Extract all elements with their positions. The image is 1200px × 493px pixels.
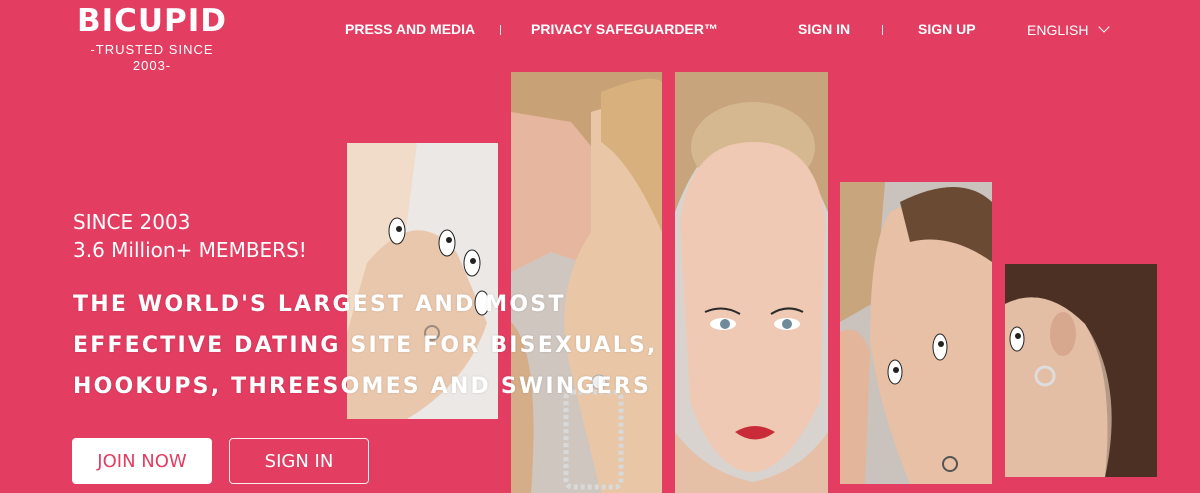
nav-sign-up[interactable]: SIGN UP xyxy=(918,21,976,37)
nav-divider xyxy=(882,25,883,35)
nav-privacy-safeguarder[interactable]: PRIVACY SAFEGUARDER™ xyxy=(531,21,718,37)
tagline-line-2: EFFECTIVE DATING SITE FOR BISEXUALS, xyxy=(73,333,658,358)
logo-subtitle: -TRUSTED SINCE 2003- xyxy=(90,42,214,73)
hero-photo-kiss-left xyxy=(511,72,662,493)
nav-press-and-media[interactable]: PRESS AND MEDIA xyxy=(345,21,475,37)
hero-photo-portrait xyxy=(675,72,828,493)
since-text: SINCE 2003 xyxy=(73,210,191,234)
language-label: ENGLISH xyxy=(1027,22,1089,38)
hero-photo-kiss-right xyxy=(840,182,992,484)
nav-sign-in[interactable]: SIGN IN xyxy=(798,21,850,37)
tagline-line-1: THE WORLD'S LARGEST AND MOST xyxy=(73,292,566,317)
tagline-line-3: HOOKUPS, THREESOMES AND SWINGERS xyxy=(73,374,652,399)
hero-stats: SINCE 2003 3.6 Million+ MEMBERS! xyxy=(73,208,307,264)
nav-divider xyxy=(500,25,501,35)
site-logo[interactable]: BICUPID -TRUSTED SINCE 2003- xyxy=(72,2,232,74)
hero-photo-ear xyxy=(1005,264,1157,477)
members-count: 3.6 Million+ MEMBERS! xyxy=(73,238,307,262)
chevron-down-icon xyxy=(1098,21,1111,33)
logo-title: BICUPID xyxy=(76,3,228,39)
language-selector[interactable]: ENGLISH xyxy=(1027,21,1111,38)
join-now-button[interactable]: JOIN NOW xyxy=(72,438,212,484)
hero-tagline: THE WORLD'S LARGEST AND MOST EFFECTIVE D… xyxy=(73,284,658,407)
hero-sign-in-button[interactable]: SIGN IN xyxy=(229,438,369,484)
